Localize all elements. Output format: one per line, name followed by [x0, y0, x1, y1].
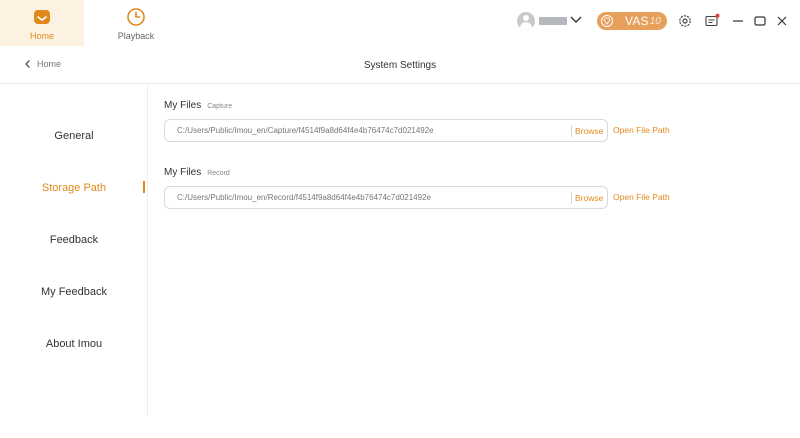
capture-browse-button[interactable]: Browse: [575, 126, 603, 136]
sidebar-item-feedback[interactable]: Feedback: [0, 234, 148, 246]
vas-sub-label: 10: [649, 15, 661, 27]
home-icon: [32, 7, 52, 27]
capture-section-title: My Files Capture: [164, 100, 232, 111]
vas-button[interactable]: VAS 10: [597, 12, 667, 30]
vas-label: VAS: [625, 14, 649, 28]
record-browse-button[interactable]: Browse: [575, 193, 603, 203]
capture-path-section: My Files Capture C:/Users/Public/Imou_en…: [164, 100, 670, 142]
top-bar: Home Playback VAS 10: [0, 0, 800, 46]
active-indicator: [143, 181, 145, 193]
record-title: My Files: [164, 167, 202, 178]
minimize-icon[interactable]: [730, 13, 746, 29]
close-icon[interactable]: [774, 13, 790, 29]
capture-subtitle: Capture: [207, 103, 233, 110]
maximize-icon[interactable]: [752, 13, 768, 29]
nav-tab-home-label: Home: [29, 31, 54, 41]
nav-tab-home[interactable]: Home: [0, 0, 84, 46]
settings-sidebar: General Storage Path Feedback My Feedbac…: [0, 84, 148, 416]
nav-tab-playback[interactable]: Playback: [94, 0, 178, 46]
message-icon[interactable]: [704, 13, 720, 29]
gear-icon[interactable]: [677, 13, 693, 29]
sidebar-item-storage-path[interactable]: Storage Path: [0, 182, 148, 194]
capture-title: My Files: [164, 100, 202, 111]
capture-path-value: C:/Users/Public/Imou_en/Capture/f4514f9a…: [177, 126, 434, 135]
record-path-value: C:/Users/Public/Imou_en/Record/f4514f9a8…: [177, 193, 431, 202]
chevron-down-icon[interactable]: [569, 12, 583, 26]
divider: [571, 125, 572, 137]
divider: [571, 192, 572, 204]
avatar[interactable]: [517, 12, 535, 30]
record-open-file-path-link[interactable]: Open File Path: [613, 192, 670, 202]
diamond-icon: [601, 15, 613, 27]
username-redacted: [539, 17, 567, 25]
sidebar-item-about[interactable]: About Imou: [0, 338, 148, 350]
record-subtitle: Record: [207, 170, 230, 177]
sidebar-item-my-feedback[interactable]: My Feedback: [0, 286, 148, 298]
sub-header: Home System Settings: [0, 46, 800, 84]
clock-icon: [126, 7, 146, 27]
capture-open-file-path-link[interactable]: Open File Path: [613, 125, 670, 135]
record-section-title: My Files Record: [164, 167, 230, 178]
capture-path-field[interactable]: C:/Users/Public/Imou_en/Capture/f4514f9a…: [164, 119, 608, 142]
record-path-section: My Files Record C:/Users/Public/Imou_en/…: [164, 167, 670, 209]
nav-tab-playback-label: Playback: [117, 31, 155, 41]
sidebar-item-general[interactable]: General: [0, 130, 148, 142]
page-title: System Settings: [363, 60, 437, 71]
record-path-field[interactable]: C:/Users/Public/Imou_en/Record/f4514f9a8…: [164, 186, 608, 209]
